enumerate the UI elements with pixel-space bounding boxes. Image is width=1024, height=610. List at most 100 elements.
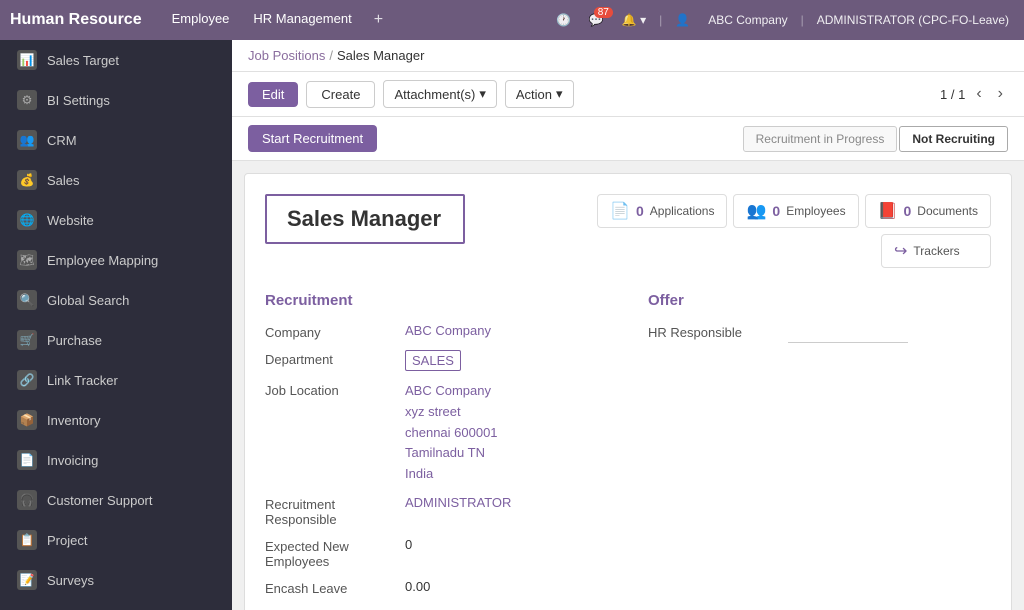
sidebar-item-bi-settings[interactable]: ⚙ BI Settings — [0, 80, 232, 120]
sidebar-label-website: Website — [47, 213, 94, 228]
inventory-icon: 📦 — [17, 410, 37, 430]
expected-employees-label: Expected New Employees — [265, 537, 405, 569]
job-location-value[interactable]: ABC Company xyz street chennai 600001 Ta… — [405, 381, 498, 485]
crm-icon: 👥 — [17, 130, 37, 150]
company-selector[interactable]: ABC Company — [703, 11, 792, 29]
address-street: xyz street — [405, 404, 461, 419]
nav-hr-management[interactable]: HR Management — [243, 7, 361, 33]
sidebar-item-project[interactable]: 📋 Project — [0, 520, 232, 560]
surveys-icon: 📝 — [17, 570, 37, 590]
offer-title: Offer — [648, 292, 991, 309]
address-city: chennai 600001 — [405, 425, 498, 440]
person-icon[interactable]: 👤 — [670, 11, 695, 29]
recruitment-responsible-value[interactable]: ADMINISTRATOR — [405, 495, 511, 510]
sidebar-item-esi-statement[interactable]: 📑 ESI Statement Not Eligible Re... — [0, 600, 232, 610]
form-sections: Recruitment Company ABC Company Departme… — [265, 292, 991, 606]
edit-button[interactable]: Edit — [248, 82, 298, 107]
create-button[interactable]: Create — [306, 81, 375, 108]
encash-leave-row: Encash Leave 0.00 — [265, 579, 608, 596]
top-nav-menu: Employee HR Management + — [162, 7, 551, 33]
documents-button[interactable]: 📕 0 Documents — [865, 194, 991, 228]
documents-label: Documents — [917, 204, 978, 218]
sidebar-item-surveys[interactable]: 📝 Surveys — [0, 560, 232, 600]
sidebar-item-global-search[interactable]: 🔍 Global Search — [0, 280, 232, 320]
company-label: Company — [265, 323, 405, 340]
job-location-label: Job Location — [265, 381, 405, 398]
address-company: ABC Company — [405, 383, 491, 398]
encash-leave-value: 0.00 — [405, 579, 430, 594]
recruitment-responsible-row: Recruitment Responsible ADMINISTRATOR — [265, 495, 608, 527]
bi-settings-icon: ⚙ — [17, 90, 37, 110]
sidebar-label-purchase: Purchase — [47, 333, 102, 348]
bell-icon[interactable]: 🔔 ▾ — [617, 11, 651, 29]
trackers-button[interactable]: ↪ Trackers — [881, 234, 991, 268]
sidebar-label-bi-settings: BI Settings — [47, 93, 110, 108]
sidebar-item-invoicing[interactable]: 📄 Invoicing — [0, 440, 232, 480]
status-badges: Recruitment in Progress Not Recruiting — [743, 126, 1008, 152]
link-tracker-icon: 🔗 — [17, 370, 37, 390]
expected-employees-value: 0 — [405, 537, 412, 552]
recruitment-section: Recruitment Company ABC Company Departme… — [265, 292, 608, 606]
applications-count: 0 — [636, 203, 644, 219]
sidebar-label-project: Project — [47, 533, 87, 548]
attachments-label: Attachment(s) — [394, 87, 475, 102]
employees-button[interactable]: 👥 0 Employees — [733, 194, 858, 228]
stat-row-1: 📄 0 Applications 👥 0 Employees 📕 0 — [597, 194, 991, 228]
clock-icon[interactable]: 🕐 — [551, 11, 576, 29]
breadcrumb-current: Sales Manager — [337, 48, 424, 63]
sidebar-item-crm[interactable]: 👥 CRM — [0, 120, 232, 160]
company-row: Company ABC Company — [265, 323, 608, 340]
prev-page-button[interactable]: ‹ — [971, 83, 986, 105]
sidebar-item-website[interactable]: 🌐 Website — [0, 200, 232, 240]
sidebar-label-crm: CRM — [47, 133, 77, 148]
app-title: Human Resource — [10, 11, 142, 29]
start-recruitment-button[interactable]: Start Recruitment — [248, 125, 377, 152]
attachments-button[interactable]: Attachment(s) ▾ — [383, 80, 496, 108]
applications-button[interactable]: 📄 0 Applications — [597, 194, 727, 228]
job-location-row: Job Location ABC Company xyz street chen… — [265, 381, 608, 485]
status-bar: Start Recruitment Recruitment in Progres… — [232, 117, 1024, 161]
main-layout: 📊 Sales Target ⚙ BI Settings 👥 CRM 💰 Sal… — [0, 40, 1024, 610]
sidebar: 📊 Sales Target ⚙ BI Settings 👥 CRM 💰 Sal… — [0, 40, 232, 610]
status-in-progress-badge[interactable]: Recruitment in Progress — [743, 126, 898, 152]
recruitment-title: Recruitment — [265, 292, 608, 309]
customer-support-icon: 🎧 — [17, 490, 37, 510]
sidebar-item-employee-mapping[interactable]: 🗺 Employee Mapping — [0, 240, 232, 280]
company-value[interactable]: ABC Company — [405, 323, 491, 338]
sidebar-item-link-tracker[interactable]: 🔗 Link Tracker — [0, 360, 232, 400]
documents-icon: 📕 — [878, 201, 898, 221]
sidebar-item-sales[interactable]: 💰 Sales — [0, 160, 232, 200]
status-not-recruiting-badge[interactable]: Not Recruiting — [899, 126, 1008, 152]
hr-responsible-row: HR Responsible — [648, 323, 991, 343]
form-header: Sales Manager 📄 0 Applications 👥 0 Emplo… — [265, 194, 991, 268]
messages-icon[interactable]: 💬 87 — [584, 11, 609, 29]
nav-add-button[interactable]: + — [366, 7, 391, 33]
sidebar-item-customer-support[interactable]: 🎧 Customer Support — [0, 480, 232, 520]
purchase-icon: 🛒 — [17, 330, 37, 350]
sidebar-item-inventory[interactable]: 📦 Inventory — [0, 400, 232, 440]
applications-icon: 📄 — [610, 201, 630, 221]
hr-responsible-label: HR Responsible — [648, 323, 788, 340]
action-button[interactable]: Action ▾ — [505, 80, 574, 108]
breadcrumb-link[interactable]: Job Positions — [248, 48, 325, 63]
employees-icon: 👥 — [746, 201, 766, 221]
user-profile[interactable]: ADMINISTRATOR (CPC-FO-Leave) — [812, 11, 1014, 29]
sidebar-label-inventory: Inventory — [47, 413, 100, 428]
sidebar-item-sales-target[interactable]: 📊 Sales Target — [0, 40, 232, 80]
top-nav-right: 🕐 💬 87 🔔 ▾ | 👤 ABC Company | ADMINISTRAT… — [551, 11, 1014, 29]
attachments-chevron-icon: ▾ — [479, 86, 486, 102]
sidebar-label-surveys: Surveys — [47, 573, 94, 588]
sidebar-label-global-search: Global Search — [47, 293, 129, 308]
recruitment-responsible-label: Recruitment Responsible — [265, 495, 405, 527]
documents-count: 0 — [904, 203, 912, 219]
department-value[interactable]: SALES — [405, 350, 461, 371]
employees-label: Employees — [786, 204, 845, 218]
sales-icon: 💰 — [17, 170, 37, 190]
next-page-button[interactable]: › — [993, 83, 1008, 105]
sidebar-label-customer-support: Customer Support — [47, 493, 153, 508]
address-state: Tamilnadu TN — [405, 445, 485, 460]
hr-responsible-value[interactable] — [788, 323, 908, 343]
sidebar-label-sales: Sales — [47, 173, 80, 188]
sidebar-item-purchase[interactable]: 🛒 Purchase — [0, 320, 232, 360]
nav-employee[interactable]: Employee — [162, 7, 240, 33]
